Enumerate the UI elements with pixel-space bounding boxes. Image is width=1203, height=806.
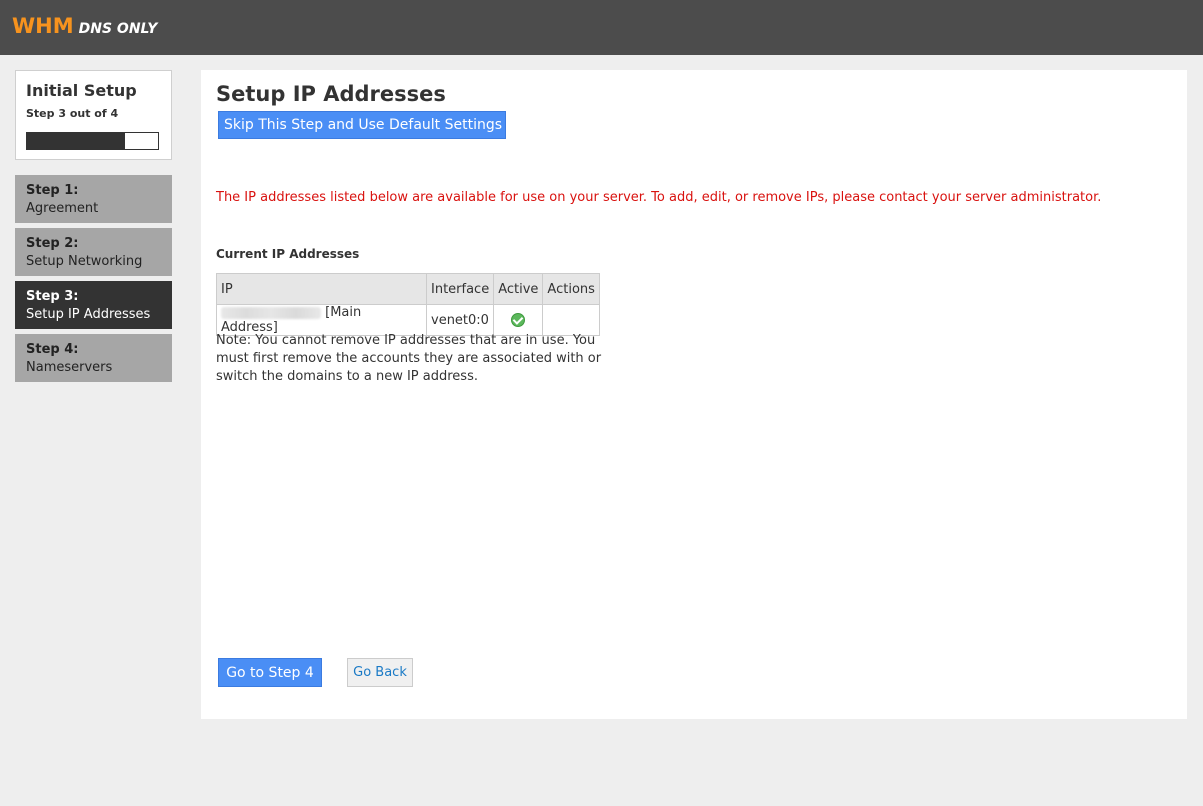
setup-step-count: Step 3 out of 4 bbox=[26, 107, 119, 120]
column-header-ip: IP bbox=[216, 273, 427, 305]
table-row: [Main Address] venet0:0 bbox=[216, 304, 600, 336]
actions-cell bbox=[542, 304, 600, 336]
step-label: Setup Networking bbox=[26, 254, 143, 269]
redacted-ip bbox=[221, 306, 321, 319]
go-to-step-4-button[interactable]: Go to Step 4 bbox=[218, 658, 322, 687]
ip-table: IP Interface Active Actions [Main Addres… bbox=[216, 273, 600, 336]
step-number: Step 4: bbox=[26, 342, 79, 357]
step-number: Step 2: bbox=[26, 236, 79, 251]
sidebar-step-3[interactable]: Step 3: Setup IP Addresses bbox=[15, 281, 172, 329]
step-number: Step 1: bbox=[26, 183, 79, 198]
sidebar-step-1[interactable]: Step 1: Agreement bbox=[15, 175, 172, 223]
top-bar: WHM DNS ONLY bbox=[0, 0, 1203, 55]
whm-logo[interactable]: WHM DNS ONLY bbox=[12, 16, 157, 37]
main-panel: Setup IP Addresses Skip This Step and Us… bbox=[201, 70, 1187, 719]
interface-cell: venet0:0 bbox=[425, 304, 495, 336]
table-header-row: IP Interface Active Actions bbox=[216, 273, 600, 305]
active-cell bbox=[493, 304, 544, 336]
go-back-button[interactable]: Go Back bbox=[347, 658, 413, 687]
sidebar-step-2[interactable]: Step 2: Setup Networking bbox=[15, 228, 172, 276]
page-title: Setup IP Addresses bbox=[216, 82, 446, 106]
setup-progress-bar bbox=[26, 132, 159, 150]
logo-main-text: WHM bbox=[12, 14, 74, 38]
removal-note: Note: You cannot remove IP addresses tha… bbox=[216, 333, 602, 384]
column-header-active: Active bbox=[493, 273, 544, 305]
skip-step-button[interactable]: Skip This Step and Use Default Settings bbox=[218, 111, 506, 139]
logo-sub-text: DNS ONLY bbox=[78, 21, 158, 37]
setup-title: Initial Setup bbox=[26, 81, 137, 100]
step-label: Setup IP Addresses bbox=[26, 307, 151, 322]
step-number: Step 3: bbox=[26, 289, 79, 304]
setup-progress-box: Initial Setup Step 3 out of 4 bbox=[15, 70, 172, 160]
column-header-interface: Interface bbox=[425, 273, 495, 305]
column-header-actions: Actions bbox=[542, 273, 600, 305]
current-ips-heading: Current IP Addresses bbox=[216, 247, 360, 261]
step-label: Agreement bbox=[26, 201, 99, 216]
active-check-icon bbox=[511, 313, 526, 327]
step-label: Nameservers bbox=[26, 360, 113, 375]
setup-progress-fill bbox=[27, 133, 126, 149]
ip-cell: [Main Address] bbox=[216, 304, 427, 336]
ip-notice: The IP addresses listed below are availa… bbox=[216, 190, 1102, 205]
sidebar-step-4[interactable]: Step 4: Nameservers bbox=[15, 334, 172, 382]
